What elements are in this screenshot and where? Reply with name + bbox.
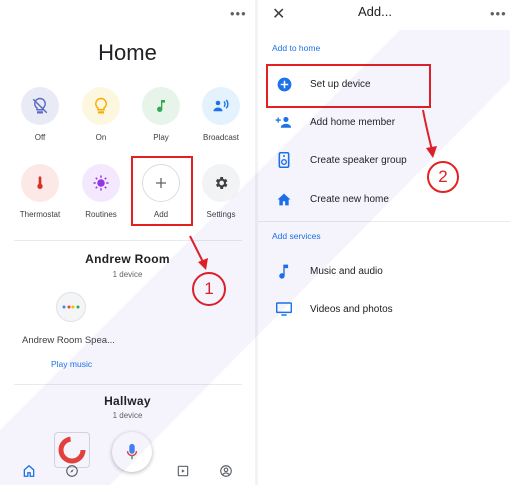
tile-label: Play [153,133,169,142]
gear-icon [202,164,240,202]
add-menu-button[interactable]: ••• [490,6,507,21]
add-person-icon [258,115,310,129]
tile-label: Settings [206,210,236,219]
create-new-home-item[interactable]: Create new home [258,184,510,214]
tile-label: On [95,133,107,142]
tile-routines[interactable]: Routines [73,164,129,219]
add-highlight-box [131,156,193,226]
device-name[interactable]: Andrew Room Spea... [22,335,115,346]
item-label: Videos and photos [310,303,393,315]
room-device-count: 1 device [112,411,143,420]
page-title: Home [98,40,157,65]
videos-and-photos-item[interactable]: Videos and photos [258,294,510,324]
nav-discover-icon[interactable] [65,464,79,483]
room-title: Hallway [104,394,151,408]
divider [258,221,510,222]
mic-icon [126,443,138,460]
home-screen: ••• Home Off On Play Broadcast Thermosta… [0,0,255,485]
add-screen: ✕ Add... ••• Add to home Set up device A… [258,0,510,485]
tile-broadcast[interactable]: Broadcast [193,87,249,142]
tile-play[interactable]: Play [133,87,189,142]
arrow-icon [422,109,437,158]
room-title: Andrew Room [85,252,170,266]
item-label: Music and audio [310,265,383,277]
nav-account-icon[interactable] [219,464,233,483]
speaker-icon[interactable] [56,292,86,322]
routines-icon [82,164,120,202]
thermometer-icon [21,164,59,202]
add-home-member-item[interactable]: Add home member [258,107,510,137]
item-label: Create speaker group [310,154,407,166]
speaker-group-icon [258,152,310,168]
tile-label: Routines [85,210,117,219]
section-label-add-services: Add services [272,231,321,241]
create-speaker-group-item[interactable]: Create speaker group [258,145,510,175]
music-and-audio-item[interactable]: Music and audio [258,256,510,286]
setup-highlight-box [266,64,431,108]
tile-thermostat[interactable]: Thermostat [12,164,68,219]
step-callout-2: 2 [427,161,459,193]
nav-media-icon[interactable] [176,464,190,483]
page-title: Add... [358,4,392,19]
house-icon [258,193,310,206]
section-label-add-to-home: Add to home [272,43,321,53]
close-icon[interactable]: ✕ [272,4,285,24]
tile-off[interactable]: Off [12,87,68,142]
item-label: Create new home [310,193,389,205]
step-callout-1: 1 [192,272,226,306]
tile-on[interactable]: On [73,87,129,142]
tile-label: Broadcast [202,133,240,142]
broadcast-icon [202,87,240,125]
tile-label: Thermostat [19,210,61,219]
monitor-icon [258,302,310,316]
tile-settings[interactable]: Settings [193,164,249,219]
play-music-link[interactable]: Play music [51,359,92,369]
music-note-icon [142,87,180,125]
nav-home-icon[interactable] [22,464,36,483]
item-label: Add home member [310,116,396,128]
home-menu-button[interactable]: ••• [230,6,247,21]
divider [14,384,242,385]
bottom-nav [0,462,255,485]
music-note-icon [258,264,310,279]
bulb-off-icon [21,87,59,125]
arrow-icon [189,235,208,270]
tile-label: Off [34,133,46,142]
bulb-on-icon [82,87,120,125]
